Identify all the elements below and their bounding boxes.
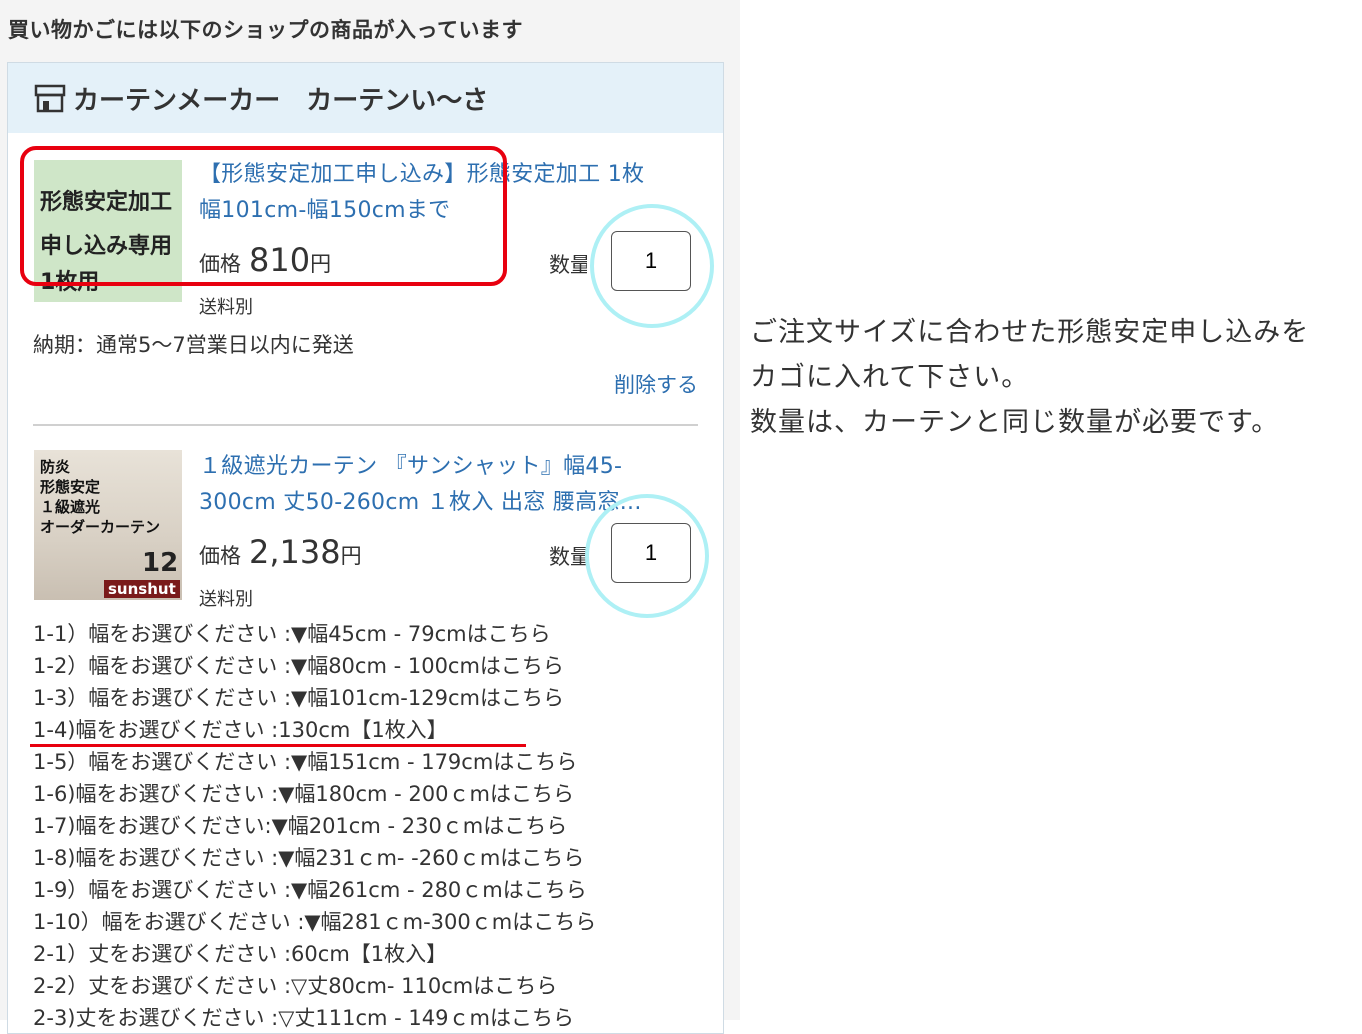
option-line: 1-4)幅をお選びください :130cm【1枚入】 xyxy=(33,718,448,742)
price: 価格 2,138円 xyxy=(199,533,362,571)
selected-options: 1-1）幅をお選びください :▼幅45cm - 79cmはこちら 1-2）幅をお… xyxy=(33,618,596,1034)
option-line: 1-2）幅をお選びください :▼幅80cm - 100cmはこちら xyxy=(33,654,564,678)
product-thumbnail[interactable]: 防炎 形態安定 １級遮光 オーダーカーテン 12 sunshut xyxy=(34,450,182,600)
thumbnail-brand: sunshut xyxy=(104,580,180,598)
quantity-label: 数量 xyxy=(549,545,587,569)
instruction-note: ご注文サイズに合わせた形態安定申し込みを カゴに入れて下さい。 数量は、カーテン… xyxy=(750,310,1309,445)
quantity-label: 数量 xyxy=(549,253,587,277)
note-line: 数量は、カーテンと同じ数量が必要です。 xyxy=(750,407,1280,438)
note-line: カゴに入れて下さい。 xyxy=(750,362,1030,393)
delivery-info: 納期：通常5〜7営業日以内に発送 xyxy=(33,333,354,357)
option-line: 1-6)幅をお選びください :▼幅180cm - 200ｃmはこちら xyxy=(33,782,574,806)
product-title-link[interactable]: １級遮光カーテン 『サンシャット』幅45-300cm 丈50-260cm １枚入… xyxy=(199,449,669,521)
shop-name[interactable]: カーテンメーカー カーテンい〜さ xyxy=(73,80,488,117)
thumbnail-badge: 12 xyxy=(142,548,179,578)
option-line: 1-5）幅をお選びください :▼幅151cm - 179cmはこちら xyxy=(33,750,578,774)
option-line: 2-1）丈をお選びください :60cm【1枚入】 xyxy=(33,942,448,966)
option-line: 1-1）幅をお選びください :▼幅45cm - 79cmはこちら xyxy=(33,622,551,646)
shipping-note: 送料別 xyxy=(199,297,253,318)
option-line: 1-9）幅をお選びください :▼幅261cm - 280ｃmはこちら xyxy=(33,878,587,902)
highlight-circle xyxy=(585,494,709,618)
option-line: 2-2）丈をお選びください :▽丈80cm- 110cmはこちら xyxy=(33,974,558,998)
delete-link[interactable]: 削除する xyxy=(614,369,698,399)
note-line: ご注文サイズに合わせた形態安定申し込みを xyxy=(750,317,1310,348)
option-line: 1-7)幅をお選びください:▼幅201cm - 230ｃmはこちら xyxy=(33,814,568,838)
shop-header: カーテンメーカー カーテンい〜さ xyxy=(8,63,723,133)
shipping-note: 送料別 xyxy=(199,589,253,610)
highlight-underline xyxy=(30,744,526,747)
option-line: 1-8)幅をお選びください :▼幅231ｃm- -260ｃmはこちら xyxy=(33,846,585,870)
highlight-circle xyxy=(590,204,714,328)
cart-heading: 買い物かごには以下のショップの商品が入っています xyxy=(8,18,523,42)
item-divider xyxy=(33,424,698,426)
option-line: 1-3）幅をお選びください :▼幅101cm-129cmはこちら xyxy=(33,686,564,710)
cart-pane: 買い物かごには以下のショップの商品が入っています カーテンメーカー カーテンい〜… xyxy=(0,0,740,1034)
store-icon xyxy=(33,81,67,115)
option-line: 2-3)丈をお選びください :▽丈111cm - 149ｃmはこちら xyxy=(33,1006,574,1030)
option-line: 1-10）幅をお選びください :▼幅281ｃm-300ｃmはこちら xyxy=(33,910,597,934)
highlight-rectangle xyxy=(20,146,507,286)
